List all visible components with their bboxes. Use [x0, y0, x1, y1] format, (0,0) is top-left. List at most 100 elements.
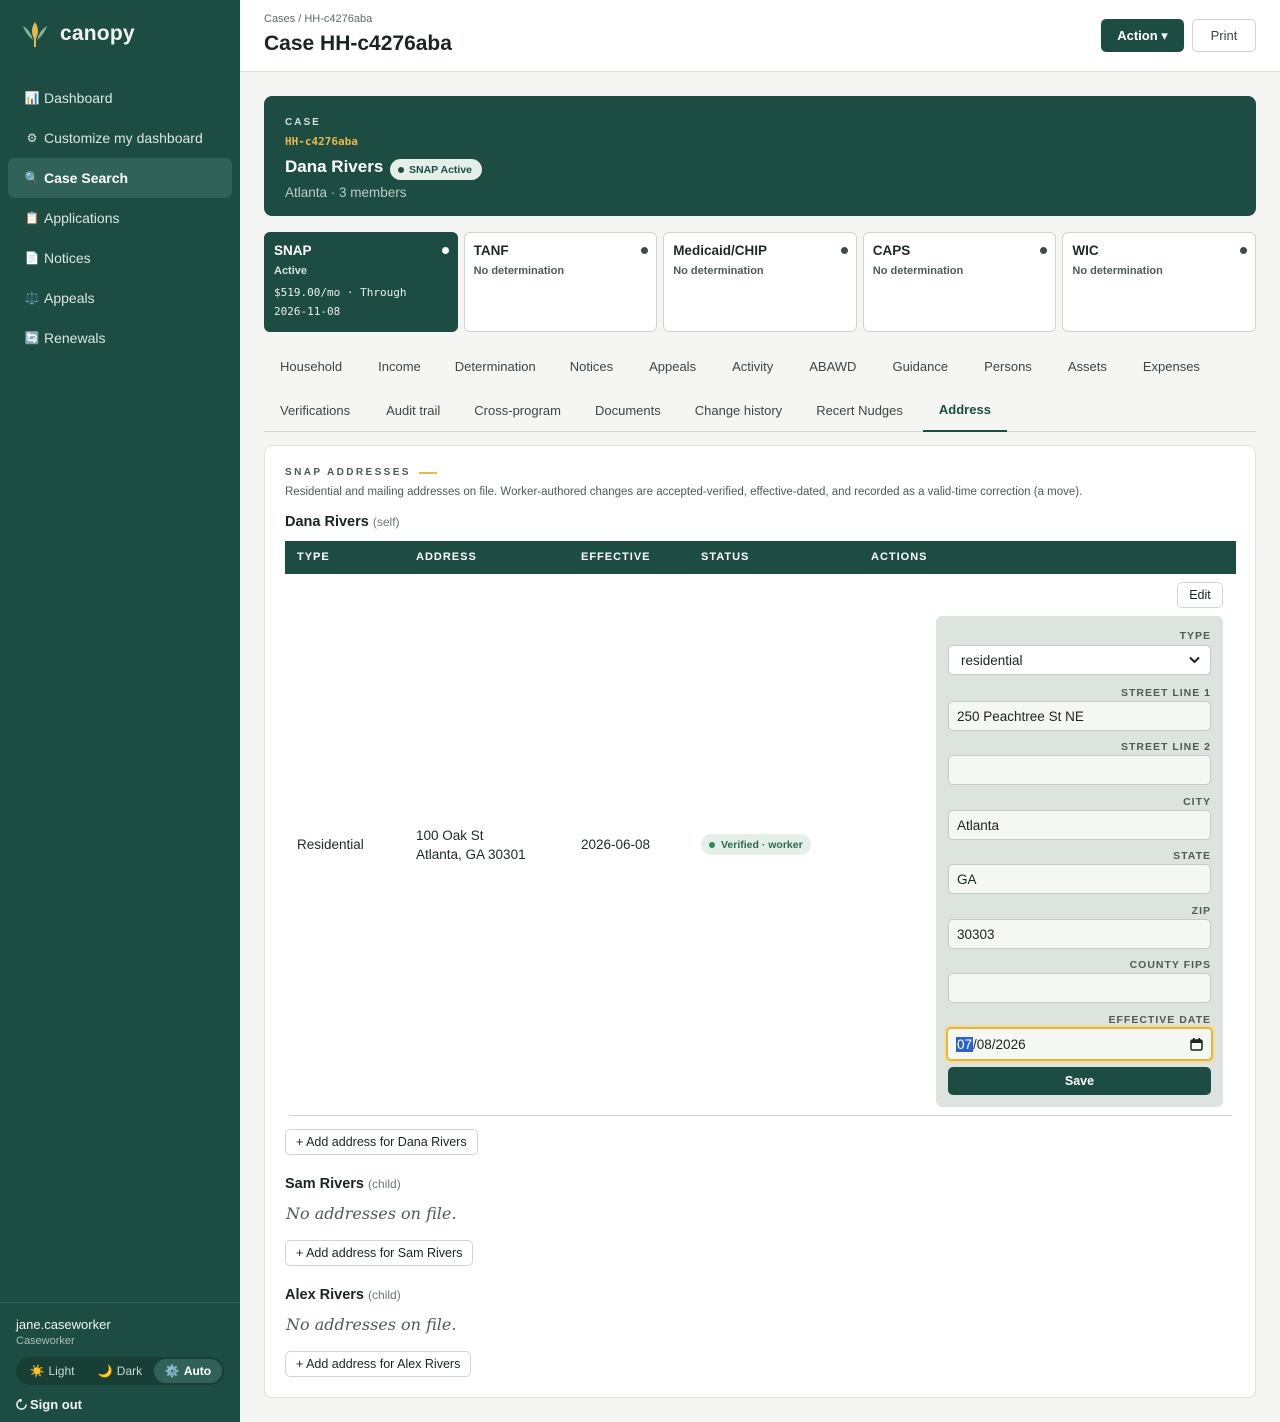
sidebar-item-label: Case Search	[44, 170, 129, 186]
program-name: TANF	[473, 243, 509, 258]
save-button[interactable]: Save	[948, 1067, 1211, 1095]
tab-expenses[interactable]: Expenses	[1127, 344, 1216, 388]
sidebar-item-label: Applications	[44, 210, 120, 226]
sign-out-button[interactable]: Sign out	[16, 1397, 224, 1412]
tab-audit-trail[interactable]: Audit trail	[366, 388, 458, 432]
state-input[interactable]: GA	[948, 864, 1211, 894]
add-address-button[interactable]: + Add address for Alex Rivers	[285, 1351, 472, 1377]
program-card-snap[interactable]: SNAP Active $519.00/mo · Through 2026-11…	[264, 232, 458, 332]
sidebar-nav: 📊 Dashboard ⚙ Customize my dashboard 🔍 C…	[8, 78, 232, 358]
person-relation: (child)	[368, 1177, 401, 1191]
status-dot-icon	[840, 247, 848, 254]
program-name: CAPS	[872, 243, 911, 258]
action-menu-button[interactable]: Action ▾	[1101, 19, 1184, 52]
program-card-caps[interactable]: CAPS No determination	[862, 232, 1057, 332]
brand-name: canopy	[60, 22, 135, 45]
tab-household[interactable]: Household	[264, 344, 358, 388]
print-button[interactable]: Print	[1192, 19, 1256, 52]
tab-income[interactable]: Income	[358, 344, 439, 388]
user-name: jane.caseworker	[16, 1317, 111, 1332]
section-kicker: SNAP ADDRESSES	[285, 467, 437, 478]
person-relation: (self)	[372, 515, 400, 529]
tab-verifications[interactable]: Verifications	[264, 388, 366, 432]
document-icon: 📄	[24, 251, 40, 265]
program-status: No determination	[673, 265, 764, 277]
zip-label: ZIP	[1191, 905, 1211, 917]
effective-date-input[interactable]: 07/08/2026	[946, 1027, 1213, 1061]
tab-recert-nudges[interactable]: Recert Nudges	[800, 388, 923, 432]
theme-dark-option[interactable]: 🌙 Dark	[86, 1359, 154, 1383]
canopy-logo-icon	[23, 22, 47, 47]
tab-activity[interactable]: Activity	[716, 344, 793, 388]
person-name: Alex Rivers	[285, 1287, 364, 1303]
street1-input[interactable]: 250 Peachtree St NE	[948, 701, 1211, 731]
sidebar-item-renewals[interactable]: 🔄 Renewals	[8, 318, 232, 358]
street2-label: STREET LINE 2	[1120, 741, 1211, 753]
status-dot-icon	[441, 247, 449, 254]
tab-cross-program[interactable]: Cross-program	[458, 388, 579, 432]
case-subtitle: Atlanta · 3 members	[285, 185, 407, 200]
sidebar-item-dashboard[interactable]: 📊 Dashboard	[8, 78, 232, 118]
program-card-medicaid-chip[interactable]: Medicaid/CHIP No determination	[663, 232, 857, 332]
section-kicker-label: SNAP ADDRESSES	[285, 467, 411, 478]
program-cards: SNAP Active $519.00/mo · Through 2026-11…	[264, 232, 1256, 332]
brand[interactable]: canopy	[22, 20, 135, 48]
type-select-value: residential	[961, 652, 1023, 668]
column-header-actions: ACTIONS	[871, 551, 928, 563]
person-name: Sam Rivers	[285, 1176, 364, 1192]
calendar-icon[interactable]	[1190, 1037, 1203, 1051]
tab-guidance[interactable]: Guidance	[876, 344, 968, 388]
case-kicker: CASE	[285, 117, 321, 128]
case-id: HH-c4276aba	[285, 135, 358, 148]
empty-state: No addresses on file.	[286, 1315, 457, 1334]
tab-documents[interactable]: Documents	[579, 388, 679, 432]
tab-notices[interactable]: Notices	[554, 344, 633, 388]
sun-icon: ☀️	[29, 1364, 45, 1378]
chevron-down-icon	[1189, 656, 1200, 664]
city-input[interactable]: Atlanta	[948, 810, 1211, 840]
tab-assets[interactable]: Assets	[1052, 344, 1127, 388]
page-title: Case HH-c4276aba	[264, 32, 452, 55]
program-card-tanf[interactable]: TANF No determination	[463, 232, 658, 332]
theme-light-option[interactable]: ☀️ Light	[18, 1359, 86, 1383]
address-effective-date: 2026-06-08	[581, 837, 651, 852]
type-select[interactable]: residential	[948, 645, 1211, 675]
effective-date-label: EFFECTIVE DATE	[1108, 1014, 1211, 1026]
edit-button[interactable]: Edit	[1177, 582, 1223, 608]
street2-input[interactable]	[948, 755, 1211, 785]
theme-light-label: Light	[48, 1364, 75, 1378]
table-header: TYPE ADDRESS EFFECTIVE STATUS ACTIONS	[285, 541, 1236, 574]
address-line1: 100 Oak St	[416, 828, 484, 843]
zip-input[interactable]: 30303	[948, 919, 1211, 949]
program-name: WIC	[1072, 243, 1099, 258]
tab-determination[interactable]: Determination	[439, 344, 554, 388]
program-status: No determination	[473, 265, 565, 277]
sidebar-item-customize-dashboard[interactable]: ⚙ Customize my dashboard	[8, 118, 232, 158]
status-dot-icon	[1239, 247, 1247, 254]
tab-address[interactable]: Address	[922, 388, 1007, 432]
tab-row: Household Income Determination Notices A…	[264, 344, 1216, 388]
search-icon: 🔍	[24, 171, 40, 185]
sidebar-item-label: Customize my dashboard	[44, 130, 203, 146]
status-dot-icon	[398, 166, 404, 173]
sidebar-item-applications[interactable]: 📋 Applications	[8, 198, 232, 238]
sidebar-item-case-search[interactable]: 🔍 Case Search	[8, 158, 232, 198]
county-fips-input[interactable]	[948, 973, 1211, 1003]
sidebar-footer: jane.caseworker Caseworker ☀️ Light 🌙 Da…	[0, 1302, 240, 1412]
add-address-button[interactable]: + Add address for Dana Rivers	[285, 1129, 478, 1155]
program-benefit: $519.00/mo · Through	[274, 286, 407, 299]
tab-abawd[interactable]: ABAWD	[793, 344, 876, 388]
program-card-wic[interactable]: WIC No determination	[1062, 232, 1256, 332]
sidebar-item-appeals[interactable]: ⚖️ Appeals	[8, 278, 232, 318]
sidebar-item-notices[interactable]: 📄 Notices	[8, 238, 232, 278]
date-month-segment: 07	[956, 1036, 974, 1052]
type-label: TYPE	[1179, 630, 1211, 642]
tab-change-history[interactable]: Change history	[679, 388, 800, 432]
person-heading: Dana Rivers (self)	[285, 514, 400, 530]
theme-auto-option[interactable]: ⚙️ Auto	[154, 1359, 222, 1383]
tab-appeals[interactable]: Appeals	[633, 344, 716, 388]
column-header-type: TYPE	[297, 551, 330, 563]
breadcrumb[interactable]: Cases / HH-c4276aba	[264, 13, 372, 25]
tab-persons[interactable]: Persons	[968, 344, 1052, 388]
add-address-button[interactable]: + Add address for Sam Rivers	[285, 1240, 474, 1266]
